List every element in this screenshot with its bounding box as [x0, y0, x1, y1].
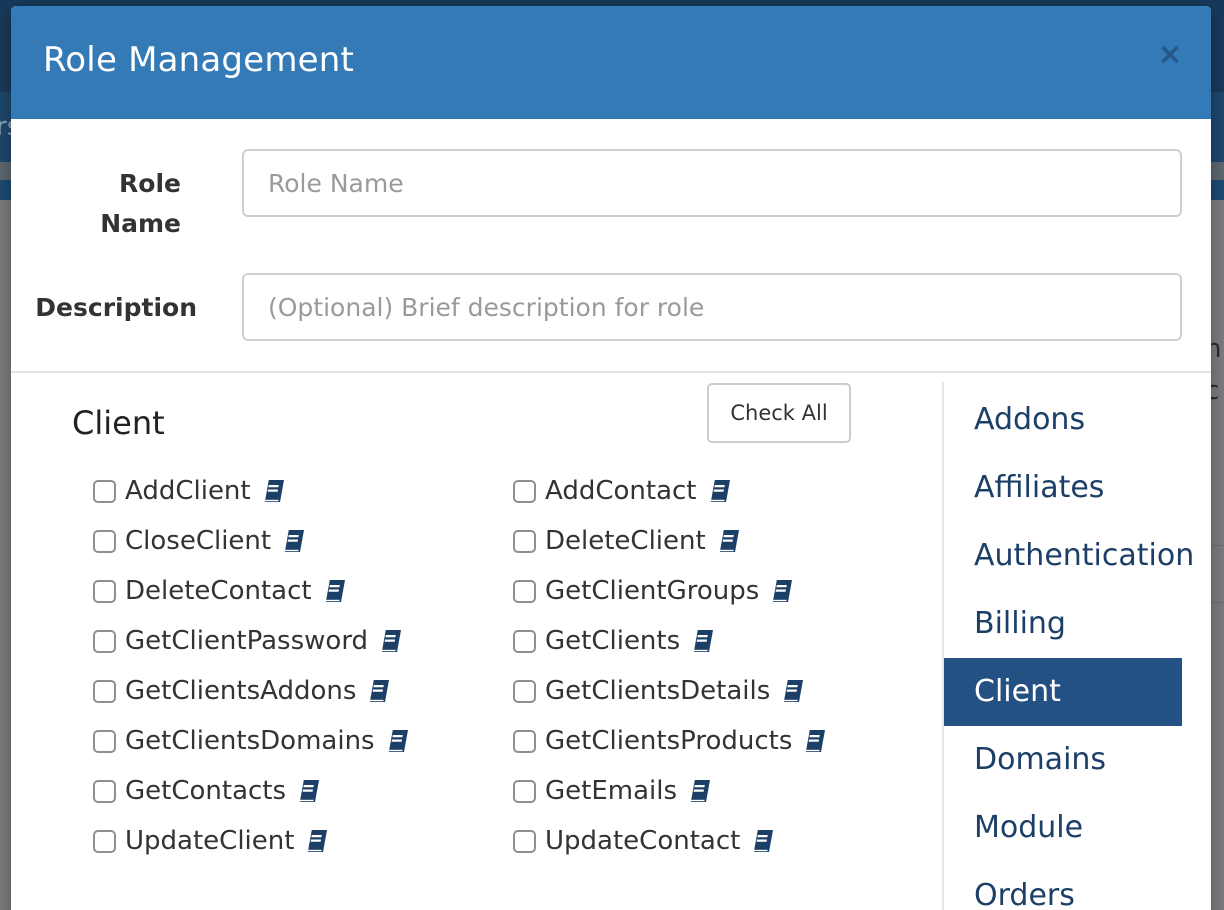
sidebar-item-billing[interactable]: Billing	[944, 590, 1182, 658]
role-management-modal: Role Management × Role Name Description …	[11, 6, 1211, 910]
book-icon[interactable]	[376, 628, 404, 654]
book-icon[interactable]	[800, 728, 828, 754]
check-all-button[interactable]: Check All	[707, 383, 851, 443]
book-icon[interactable]	[294, 778, 322, 804]
permission-checkbox[interactable]	[93, 629, 116, 653]
permission-checkbox[interactable]	[93, 829, 116, 853]
permission-label[interactable]: UpdateClient	[125, 826, 294, 856]
permission-label[interactable]: AddClient	[125, 476, 251, 506]
permission-checkbox[interactable]	[93, 679, 116, 703]
book-icon[interactable]	[302, 828, 330, 854]
modal-header: Role Management ×	[11, 6, 1211, 119]
description-label: Description	[35, 293, 197, 322]
book-icon[interactable]	[705, 478, 733, 504]
sidebar-item-orders[interactable]: Orders	[944, 862, 1182, 910]
role-name-label: Role Name	[100, 169, 181, 238]
permission-label[interactable]: GetEmails	[545, 776, 677, 806]
book-icon[interactable]	[279, 528, 307, 554]
permission-item[interactable]: AddContact	[513, 466, 733, 516]
permission-item[interactable]: DeleteClient	[513, 516, 742, 566]
role-name-input[interactable]	[242, 149, 1182, 217]
permission-item[interactable]: AddClient	[93, 466, 287, 516]
permission-label[interactable]: GetClients	[545, 626, 680, 656]
book-icon[interactable]	[767, 578, 795, 604]
book-icon[interactable]	[714, 528, 742, 554]
permission-label[interactable]: DeleteContact	[125, 576, 312, 606]
book-icon[interactable]	[748, 828, 776, 854]
permission-item[interactable]: DeleteContact	[93, 566, 348, 616]
permission-item[interactable]: UpdateContact	[513, 816, 776, 866]
permission-label[interactable]: GetClientsDetails	[545, 676, 770, 706]
permission-label[interactable]: GetClientsDomains	[125, 726, 375, 756]
close-button[interactable]: ×	[1155, 36, 1185, 74]
permission-checkbox[interactable]	[513, 729, 536, 753]
permission-checkbox[interactable]	[513, 629, 536, 653]
permission-checkbox[interactable]	[513, 679, 536, 703]
permission-label[interactable]: GetContacts	[125, 776, 286, 806]
permission-item[interactable]: GetClientsDetails	[513, 666, 806, 716]
permission-item[interactable]: CloseClient	[93, 516, 307, 566]
sidebar-item-client[interactable]: Client	[944, 658, 1182, 726]
permission-checkbox[interactable]	[513, 579, 536, 603]
book-icon[interactable]	[259, 478, 287, 504]
permission-item[interactable]: GetClientGroups	[513, 566, 795, 616]
permission-label[interactable]: AddContact	[545, 476, 697, 506]
permission-item[interactable]: GetClientsDomains	[93, 716, 411, 766]
sidebar-item-addons[interactable]: Addons	[944, 386, 1182, 454]
permission-checkbox[interactable]	[93, 779, 116, 803]
permission-label[interactable]: DeleteClient	[545, 526, 706, 556]
description-input[interactable]	[242, 273, 1182, 341]
permission-label[interactable]: UpdateContact	[545, 826, 740, 856]
permission-item[interactable]: GetClientsProducts	[513, 716, 828, 766]
permission-checkbox[interactable]	[93, 529, 116, 553]
permission-label[interactable]: GetClientGroups	[545, 576, 759, 606]
sidebar-item-affiliates[interactable]: Affiliates	[944, 454, 1182, 522]
permission-label[interactable]: GetClientsAddons	[125, 676, 356, 706]
permission-checkbox[interactable]	[513, 479, 536, 503]
book-icon[interactable]	[778, 678, 806, 704]
permission-label[interactable]: CloseClient	[125, 526, 271, 556]
permission-item[interactable]: GetClients	[513, 616, 716, 666]
permission-item[interactable]: GetClientPassword	[93, 616, 404, 666]
permission-item[interactable]: UpdateClient	[93, 816, 330, 866]
permission-item[interactable]: GetEmails	[513, 766, 713, 816]
permission-label[interactable]: GetClientPassword	[125, 626, 368, 656]
permission-checkbox[interactable]	[513, 529, 536, 553]
permission-checkbox[interactable]	[93, 579, 116, 603]
permission-checkbox[interactable]	[93, 729, 116, 753]
sidebar-item-domains[interactable]: Domains	[944, 726, 1182, 794]
modal-title: Role Management	[43, 40, 355, 80]
permission-checkbox[interactable]	[513, 779, 536, 803]
book-icon[interactable]	[685, 778, 713, 804]
permission-item[interactable]: GetContacts	[93, 766, 322, 816]
form-divider	[11, 371, 1211, 373]
permission-item[interactable]: GetClientsAddons	[93, 666, 392, 716]
sidebar-item-authentication[interactable]: Authentication	[944, 522, 1194, 590]
book-icon[interactable]	[383, 728, 411, 754]
book-icon[interactable]	[320, 578, 348, 604]
permission-label[interactable]: GetClientsProducts	[545, 726, 792, 756]
section-title: Client	[72, 404, 165, 442]
sidebar-item-module[interactable]: Module	[944, 794, 1182, 862]
permission-checkbox[interactable]	[513, 829, 536, 853]
book-icon[interactable]	[688, 628, 716, 654]
book-icon[interactable]	[364, 678, 392, 704]
permission-checkbox[interactable]	[93, 479, 116, 503]
